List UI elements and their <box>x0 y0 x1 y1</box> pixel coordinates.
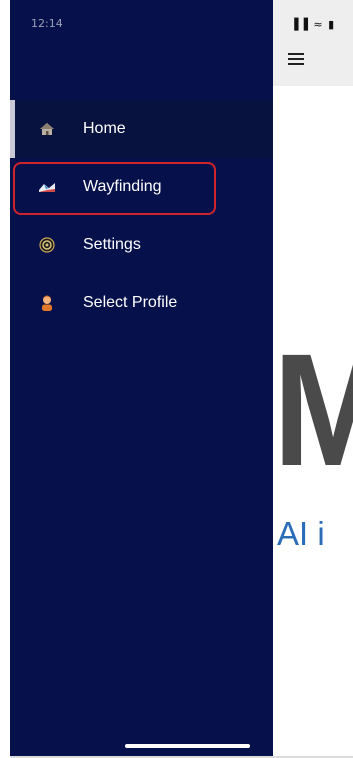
menu-item-home[interactable]: Home <box>10 100 273 158</box>
top-bar: ▐▐ ≈ ▮ <box>273 0 353 86</box>
logo-text: M <box>273 330 353 490</box>
menu-item-select-profile[interactable]: Select Profile <box>10 274 273 332</box>
tagline-text: AI i <box>277 515 325 552</box>
drawer-menu: Home Wayfinding Settings Select Profile <box>10 100 273 332</box>
menu-item-wayfinding[interactable]: Wayfinding <box>10 158 273 216</box>
status-icons: ▐▐ ≈ ▮ <box>290 18 336 31</box>
settings-icon <box>38 236 56 254</box>
menu-item-label: Home <box>83 120 126 137</box>
profile-icon <box>38 294 56 312</box>
phone-screen: ▐▐ ≈ ▮ M AI i 12:14 Home <box>10 0 353 758</box>
home-indicator[interactable] <box>125 744 250 748</box>
home-icon <box>38 120 56 138</box>
status-time: 12:14 <box>31 17 63 30</box>
navigation-drawer: 12:14 Home Wayfinding Settings Select Pr… <box>10 0 273 758</box>
hamburger-menu-icon[interactable] <box>288 53 304 67</box>
wayfinding-icon <box>38 178 56 196</box>
menu-item-label: Settings <box>83 236 141 253</box>
menu-item-label: Wayfinding <box>83 178 162 195</box>
menu-item-label: Select Profile <box>83 294 178 311</box>
menu-item-settings[interactable]: Settings <box>10 216 273 274</box>
main-content: ▐▐ ≈ ▮ M AI i <box>273 0 353 758</box>
